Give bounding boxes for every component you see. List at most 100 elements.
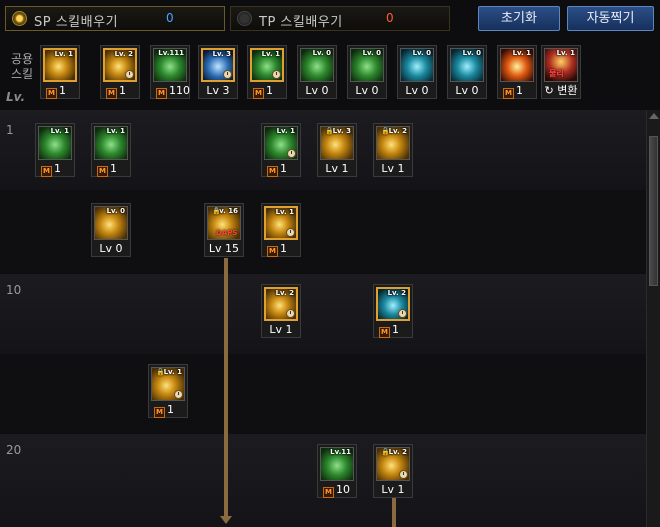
skill-level-value: Lv 1 [381, 162, 405, 175]
convert-button[interactable]: ↻ 변환 [544, 84, 578, 97]
common-label-line2: 스킬 [10, 67, 34, 81]
slash-icon[interactable]: Lv.111 [153, 48, 187, 82]
tree-skill-slot[interactable]: Lv. 1 M1 [35, 123, 75, 177]
skill-level-value: Lv 0 [405, 84, 429, 97]
skill-level-tag: Lv.111 [158, 49, 184, 57]
skill-level-tag: Lv. 1 [106, 127, 125, 135]
tp-skill-tab[interactable]: TP 스킬배우기 0 [230, 6, 450, 31]
common.skills-skill-slot[interactable]: Lv. 3 Lv 3 [198, 45, 238, 99]
master-level-display: M1 [151, 403, 185, 418]
lock-icon: 🔒 [381, 448, 390, 456]
pistol-icon[interactable]: Lv. 1 [264, 206, 298, 240]
skill-level-value: Lv 15 [208, 242, 240, 255]
tree-skill-slot[interactable]: Lv. 2 🔒 Lv 1 [373, 444, 413, 498]
scroll-up-icon[interactable] [649, 113, 659, 119]
flag-icon[interactable]: Lv. 1 [94, 126, 128, 160]
common.skills-skill-slot[interactable]: Lv. 1 M1 [497, 45, 537, 99]
kick-icon[interactable]: Lv. 1 [38, 126, 72, 160]
scrollbar[interactable] [646, 110, 660, 527]
prerequisite-arrow-head [220, 516, 232, 524]
spin-icon[interactable]: Lv. 2 [264, 287, 298, 321]
master-level-display: M 110 [153, 84, 190, 99]
master-level-display: M1 [103, 84, 137, 99]
dodge-icon[interactable]: Lv. 0 [94, 206, 128, 240]
eye-icon[interactable]: Lv. 0 [400, 48, 434, 82]
target-icon[interactable]: Lv. 0 [300, 48, 334, 82]
sp-radio-icon[interactable] [12, 11, 27, 26]
lock-icon: 🔒 [381, 127, 390, 135]
tree-skill-slot[interactable]: Lv. 1 🔒 M 1 [148, 364, 188, 418]
sp-skill-tab[interactable]: SP 스킬배우기 0 [5, 6, 225, 31]
cooldown-clock-icon [398, 309, 407, 318]
skill-level-tag: Lv. 1 [261, 50, 280, 58]
running-icon[interactable]: Lv. 1 [43, 48, 77, 82]
rush-icon[interactable]: Lv. 1 🔒 [151, 367, 185, 401]
master-level-display: M1 [376, 323, 410, 338]
common.skills-skill-slot[interactable]: Lv. 0 Lv 0 [347, 45, 387, 99]
lv-column-label: Lv. [6, 90, 26, 104]
tree-skill-slot[interactable]: Lv. 2 Lv 1 [261, 284, 301, 338]
tree-skill-slot[interactable]: Lv. 1 M1 [261, 123, 301, 177]
skill-level-tag: Lv. 2 [388, 127, 407, 135]
tree-skill-slot[interactable]: Lv. 3 🔒 Lv 1 [317, 123, 357, 177]
tree-skill-slot[interactable]: Lv. 2 🔒 Lv 1 [373, 123, 413, 177]
skill-level-value: 1 [110, 162, 117, 175]
skill-type-tag: 물리 [549, 69, 564, 78]
skill-level-tag: Lv. 2 [275, 289, 294, 297]
tree-band [0, 354, 646, 434]
physical-icon[interactable]: Lv. 1 물리 [544, 48, 578, 82]
beast-icon[interactable]: Lv. 0 [350, 48, 384, 82]
totem-icon[interactable]: Lv. 2 🔒 [376, 447, 410, 481]
master-level-display: M1 [43, 84, 77, 99]
skill-level-value: Lv 1 [325, 162, 349, 175]
tp-radio-icon[interactable] [237, 11, 252, 26]
gun-icon[interactable]: Lv. 1 [264, 126, 298, 160]
skill-level-tag: Lv. 2 [387, 289, 406, 297]
bow-icon[interactable]: Lv.11 [320, 447, 354, 481]
common.skills-skill-slot[interactable]: Lv. 0 Lv 0 [447, 45, 487, 99]
level-marker: 10 [6, 283, 22, 297]
common.skills-skill-slot[interactable]: Lv. 1 물리 ↻ 변환 [541, 45, 581, 99]
tree-skill-slot[interactable]: Lv. 0 Lv 0 [91, 203, 131, 257]
kneeling-icon[interactable]: Lv. 2 [103, 48, 137, 82]
burst-icon[interactable]: Lv. 3 🔒 [320, 126, 354, 160]
reset-button[interactable]: 초기화 [478, 6, 560, 31]
common.skills-skill-slot[interactable]: Lv. 0 Lv 0 [297, 45, 337, 99]
common.skills-skill-slot[interactable]: Lv. 1 M1 [40, 45, 80, 99]
skill-level-tag: Lv. 3 [212, 50, 231, 58]
master-level-display: M 10 [320, 483, 354, 498]
tree-skill-slot[interactable]: Lv. 16 🔒 DAPS Lv 15 [204, 203, 244, 257]
skill-level-tag: Lv. 1 [54, 50, 73, 58]
auto-learn-button[interactable]: 자동찍기 [567, 6, 654, 31]
wing-icon[interactable]: Lv. 3 [201, 48, 235, 82]
scroll-thumb[interactable] [649, 136, 658, 286]
skill-level-value: 1 [280, 162, 287, 175]
master-badge-icon: M [253, 88, 264, 99]
tree-skill-slot[interactable]: Lv. 1 M1 [91, 123, 131, 177]
tree-skill-slot[interactable]: Lv. 2 M1 [373, 284, 413, 338]
critical-icon[interactable]: Lv. 16 🔒 DAPS [207, 206, 241, 240]
flame-icon[interactable]: Lv. 1 [500, 48, 534, 82]
common.skills-skill-slot[interactable]: Lv. 2 M1 [100, 45, 140, 99]
common.skills-skill-slot[interactable]: Lv. 1 M1 [247, 45, 287, 99]
common.skills-skill-slot[interactable]: Lv.111 M 110 [150, 45, 190, 99]
cooldown-clock-icon [174, 390, 183, 399]
common.skills-skill-slot[interactable]: Lv. 0 Lv 0 [397, 45, 437, 99]
skill-level-tag: Lv. 1 [275, 208, 294, 216]
dash-icon[interactable]: Lv. 1 [250, 48, 284, 82]
skill-level-value: 1 [119, 84, 126, 97]
skill-level-value: 1 [54, 162, 61, 175]
arrow-rain-icon[interactable]: Lv. 2 🔒 [376, 126, 410, 160]
master-badge-icon: M [97, 166, 108, 177]
skill-level-value: 1 [392, 323, 399, 336]
master-badge-icon: M [267, 166, 278, 177]
master-level-display: M1 [94, 162, 128, 177]
tp-points-value: 0 [386, 11, 394, 25]
shield-icon[interactable]: Lv. 2 [376, 287, 410, 321]
armor-icon[interactable]: Lv. 0 [450, 48, 484, 82]
tree-skill-slot[interactable]: Lv. 1 M1 [261, 203, 301, 257]
tree-skill-slot[interactable]: Lv.11 M 10 [317, 444, 357, 498]
master-badge-icon: M [154, 407, 165, 418]
skill-level-tag: Lv. 0 [106, 207, 125, 215]
skill-level-tag: Lv. 3 [332, 127, 351, 135]
